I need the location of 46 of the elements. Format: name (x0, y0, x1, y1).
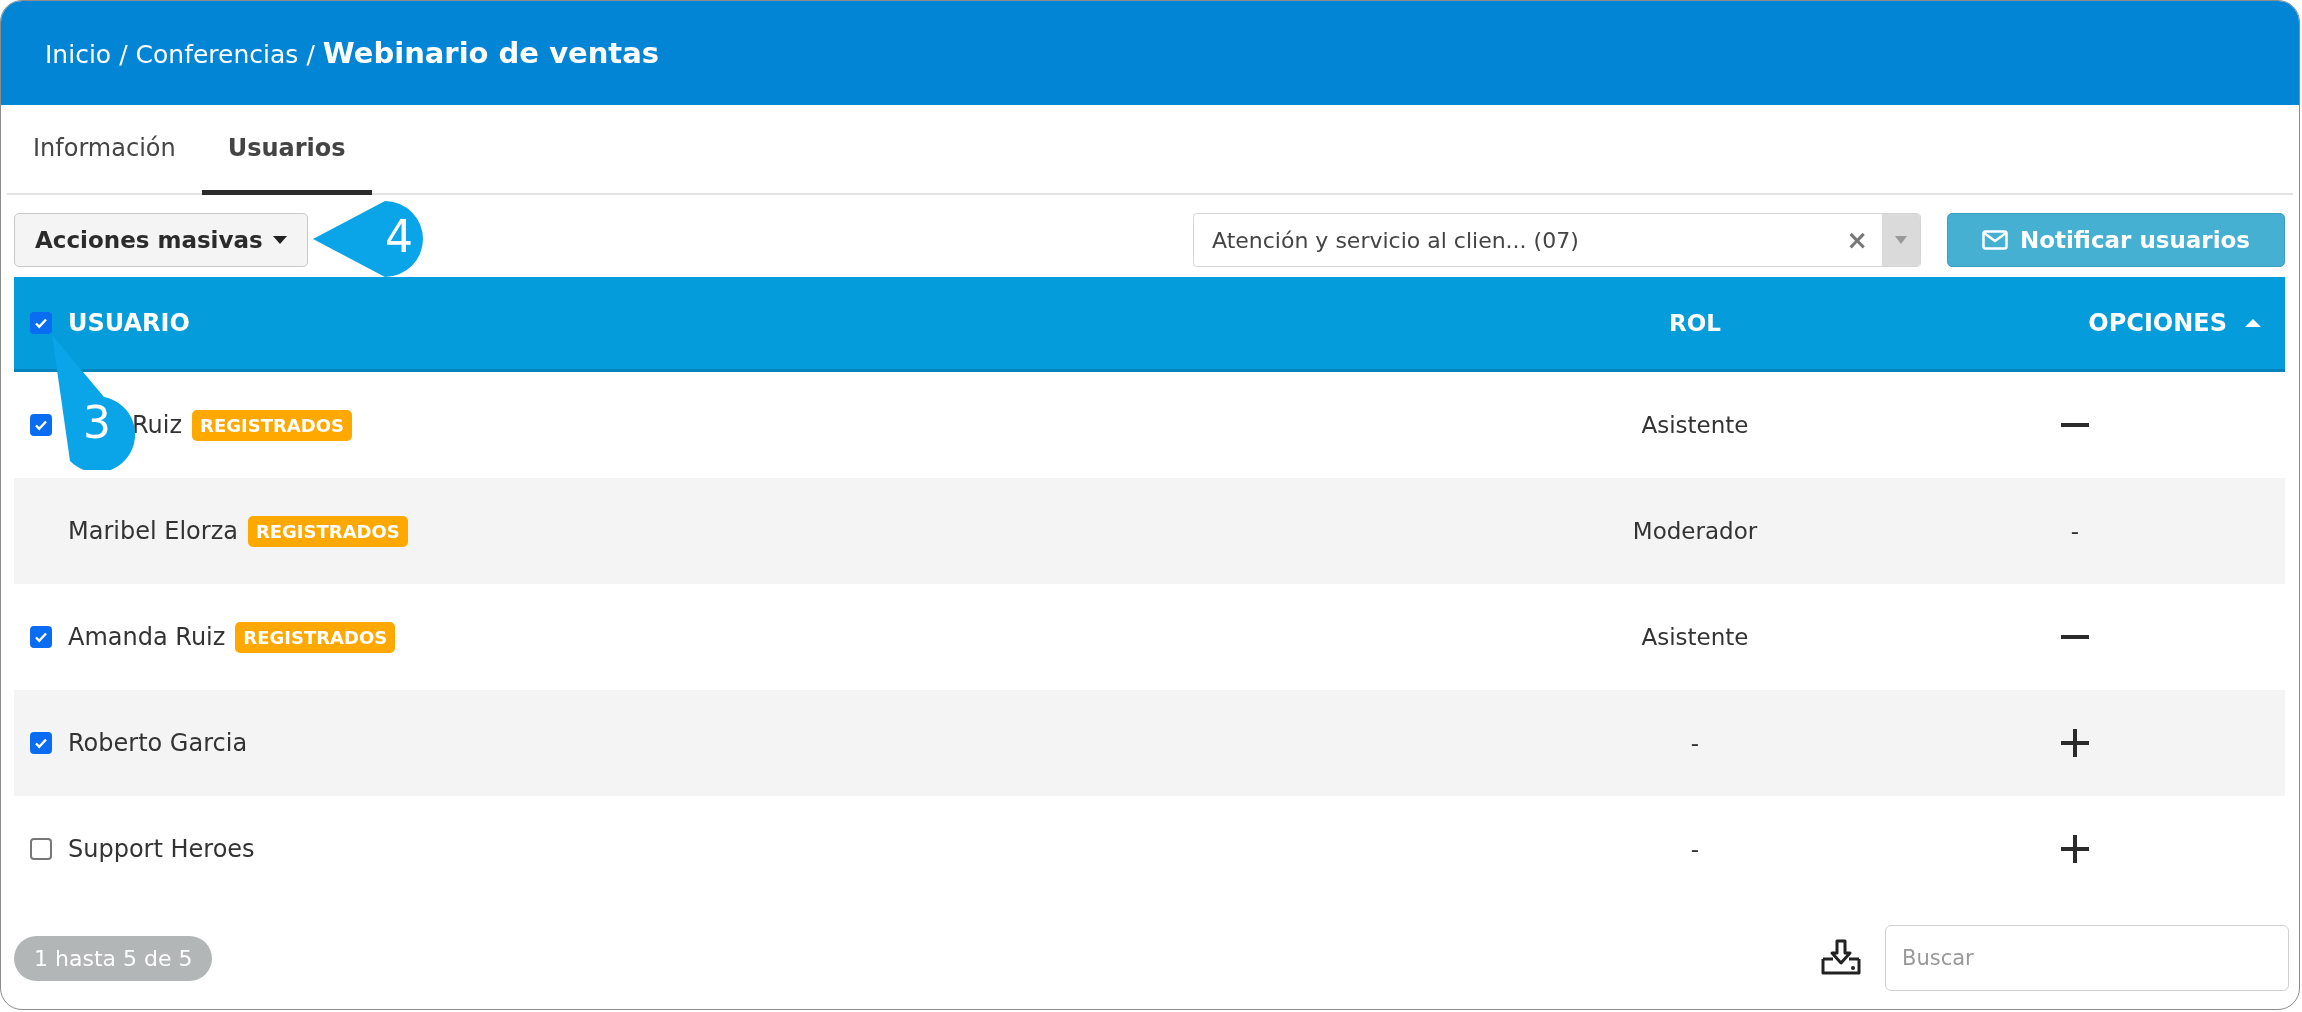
pagination-info: 1 hasta 5 de 5 (14, 936, 213, 981)
tab[interactable]: Información (7, 105, 202, 195)
role-text: Moderador (1631, 518, 1759, 544)
checkbox[interactable] (30, 312, 52, 334)
download-icon (1821, 939, 1861, 977)
checkbox[interactable] (30, 414, 52, 436)
column-header[interactable]: ROL (1525, 310, 1865, 336)
dropdown-toggle[interactable] (1882, 214, 1920, 266)
option-text: - (2070, 518, 2080, 544)
tab[interactable]: Usuarios (201, 105, 372, 195)
minus-icon (2061, 423, 2089, 427)
user-name: Roberto Garcia (68, 729, 248, 757)
search-field[interactable]: Buscar (1885, 925, 2289, 991)
add-button[interactable] (2061, 729, 2089, 757)
user-name: Amanda Ruiz (68, 623, 226, 651)
envelope-icon (1981, 230, 2008, 250)
checkbox[interactable] (30, 838, 52, 860)
breadcrumb-separator: / (119, 40, 128, 69)
bulk-actions-dropdown[interactable]: Acciones masivas (14, 213, 308, 267)
clear-button[interactable]: × (1832, 225, 1882, 255)
notify-button[interactable]: Notificar usuarios (1947, 213, 2285, 267)
checkbox[interactable] (30, 626, 52, 648)
add-button[interactable] (2061, 835, 2089, 863)
minus-icon (2061, 635, 2089, 639)
role-text: - (1689, 730, 1701, 756)
breadcrumb-separator: / (306, 40, 315, 69)
column-header[interactable]: OPCIONES (2088, 309, 2261, 337)
caret-icon (272, 236, 287, 244)
filter-select[interactable]: Atención y servicio al clien... (07) × (1193, 213, 1921, 267)
status-badge: REGISTRADOS (235, 621, 396, 653)
user-name: Support Heroes (68, 835, 255, 863)
plus-icon (2061, 835, 2089, 863)
role-text: Asistente (1640, 412, 1750, 438)
user-name: Maribel Elorza (68, 517, 238, 545)
checkbox[interactable] (30, 732, 52, 754)
caret-icon (1895, 236, 1907, 244)
plus-icon (2061, 729, 2089, 757)
download-button[interactable] (1821, 939, 1861, 977)
breadcrumb-link[interactable]: Inicio (45, 40, 112, 69)
status-badge: REGISTRADOS (192, 409, 352, 441)
role-text: Asistente (1640, 624, 1750, 650)
role-text: - (1689, 836, 1701, 862)
status-badge: REGISTRADOS (247, 515, 408, 547)
column-header[interactable]: USUARIO (68, 309, 190, 337)
page-title: Webinario de ventas (322, 36, 660, 70)
breadcrumb-link[interactable]: Conferencias (135, 40, 299, 69)
